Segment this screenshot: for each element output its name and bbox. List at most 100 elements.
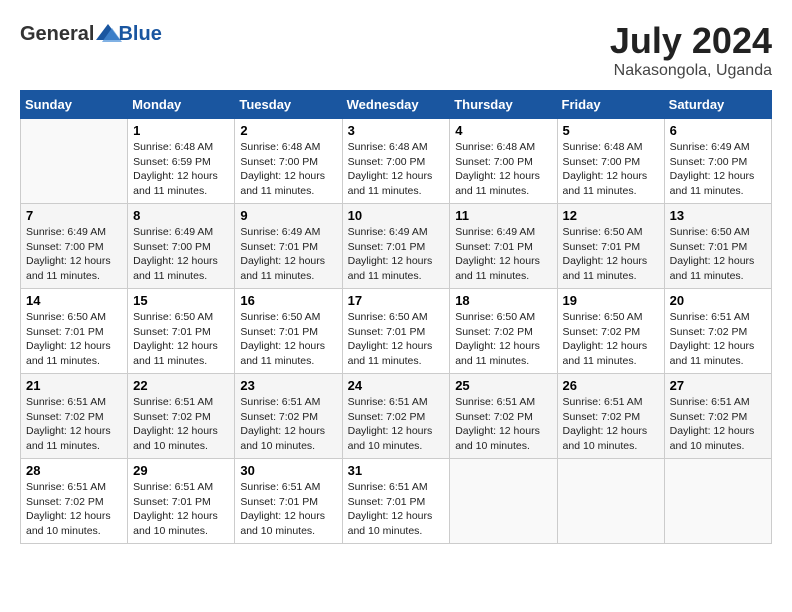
day-number: 31 [348,463,445,478]
day-sun-info: Sunrise: 6:51 AMSunset: 7:02 PMDaylight:… [455,395,551,454]
day-number: 12 [563,208,659,223]
day-number: 2 [240,123,336,138]
calendar-cell: 5Sunrise: 6:48 AMSunset: 7:00 PMDaylight… [557,119,664,204]
calendar-cell: 17 Sunrise: 6:50 AMSunset: 7:01 PMDayligh… [342,289,450,374]
day-number: 10 [348,208,445,223]
day-sun-info: Sunrise: 6:50 AMSunset: 7:01 PMDaylight:… [133,310,229,369]
logo-general: General [20,23,94,46]
day-number: 29 [133,463,229,478]
weekday-header-friday: Friday [557,91,664,119]
calendar-week-5: 28 Sunrise: 6:51 AMSunset: 7:02 PMDayligh… [21,459,772,544]
day-number: 20 [670,293,766,308]
calendar-cell: 13 Sunrise: 6:50 AMSunset: 7:01 PMDayligh… [664,204,771,289]
calendar-cell: 16 Sunrise: 6:50 AMSunset: 7:01 PMDayligh… [235,289,342,374]
day-sun-info: Sunrise: 6:48 AMSunset: 6:59 PMDaylight:… [133,140,229,199]
calendar-week-1: 1 Sunrise: 6:48 AMSunset: 6:59 PMDaylight… [21,119,772,204]
day-number: 17 [348,293,445,308]
calendar-cell: 23Sunrise: 6:51 AMSunset: 7:02 PMDayligh… [235,374,342,459]
day-number: 13 [670,208,766,223]
calendar-week-3: 14 Sunrise: 6:50 AMSunset: 7:01 PMDayligh… [21,289,772,374]
weekday-header-tuesday: Tuesday [235,91,342,119]
day-sun-info: Sunrise: 6:48 AMSunset: 7:00 PMDaylight:… [240,140,336,199]
calendar-cell: 2 Sunrise: 6:48 AMSunset: 7:00 PMDaylight… [235,119,342,204]
day-sun-info: Sunrise: 6:50 AMSunset: 7:01 PMDaylight:… [348,310,445,369]
calendar-cell: 7 Sunrise: 6:49 AMSunset: 7:00 PMDaylight… [21,204,128,289]
day-number: 1 [133,123,229,138]
calendar-cell: 25Sunrise: 6:51 AMSunset: 7:02 PMDayligh… [450,374,557,459]
day-number: 28 [26,463,122,478]
weekday-header-row: SundayMondayTuesdayWednesdayThursdayFrid… [21,91,772,119]
calendar-cell: 6Sunrise: 6:49 AMSunset: 7:00 PMDaylight… [664,119,771,204]
calendar-cell: 3Sunrise: 6:48 AMSunset: 7:00 PMDaylight… [342,119,450,204]
day-sun-info: Sunrise: 6:51 AMSunset: 7:02 PMDaylight:… [26,480,122,539]
day-number: 6 [670,123,766,138]
day-number: 18 [455,293,551,308]
day-sun-info: Sunrise: 6:51 AMSunset: 7:01 PMDaylight:… [133,480,229,539]
month-year-title: July 2024 [610,20,772,62]
calendar-week-2: 7 Sunrise: 6:49 AMSunset: 7:00 PMDaylight… [21,204,772,289]
calendar-cell: 14 Sunrise: 6:50 AMSunset: 7:01 PMDayligh… [21,289,128,374]
day-number: 8 [133,208,229,223]
calendar-cell: 12 Sunrise: 6:50 AMSunset: 7:01 PMDayligh… [557,204,664,289]
calendar-cell [664,459,771,544]
day-sun-info: Sunrise: 6:51 AMSunset: 7:02 PMDaylight:… [348,395,445,454]
calendar-table: SundayMondayTuesdayWednesdayThursdayFrid… [20,90,772,544]
day-sun-info: Sunrise: 6:49 AMSunset: 7:01 PMDaylight:… [348,225,445,284]
calendar-cell: 1 Sunrise: 6:48 AMSunset: 6:59 PMDaylight… [128,119,235,204]
calendar-cell [450,459,557,544]
day-sun-info: Sunrise: 6:51 AMSunset: 7:01 PMDaylight:… [240,480,336,539]
calendar-cell: 24Sunrise: 6:51 AMSunset: 7:02 PMDayligh… [342,374,450,459]
calendar-cell [557,459,664,544]
calendar-cell: 29 Sunrise: 6:51 AMSunset: 7:01 PMDayligh… [128,459,235,544]
calendar-cell: 31Sunrise: 6:51 AMSunset: 7:01 PMDayligh… [342,459,450,544]
calendar-cell: 28 Sunrise: 6:51 AMSunset: 7:02 PMDayligh… [21,459,128,544]
day-number: 30 [240,463,336,478]
calendar-cell: 19Sunrise: 6:50 AMSunset: 7:02 PMDayligh… [557,289,664,374]
calendar-cell: 26Sunrise: 6:51 AMSunset: 7:02 PMDayligh… [557,374,664,459]
calendar-cell: 30 Sunrise: 6:51 AMSunset: 7:01 PMDayligh… [235,459,342,544]
calendar-week-4: 21 Sunrise: 6:51 AMSunset: 7:02 PMDayligh… [21,374,772,459]
day-number: 21 [26,378,122,393]
calendar-cell: 15 Sunrise: 6:50 AMSunset: 7:01 PMDayligh… [128,289,235,374]
page-header: General Blue July 2024 Nakasongola, Ugan… [20,20,772,80]
day-number: 15 [133,293,229,308]
day-number: 7 [26,208,122,223]
calendar-cell: 22Sunrise: 6:51 AMSunset: 7:02 PMDayligh… [128,374,235,459]
day-number: 16 [240,293,336,308]
weekday-header-sunday: Sunday [21,91,128,119]
day-sun-info: Sunrise: 6:48 AMSunset: 7:00 PMDaylight:… [348,140,445,199]
day-number: 5 [563,123,659,138]
day-number: 14 [26,293,122,308]
day-sun-info: Sunrise: 6:50 AMSunset: 7:01 PMDaylight:… [670,225,766,284]
day-number: 11 [455,208,551,223]
weekday-header-saturday: Saturday [664,91,771,119]
day-number: 27 [670,378,766,393]
day-sun-info: Sunrise: 6:50 AMSunset: 7:01 PMDaylight:… [26,310,122,369]
day-sun-info: Sunrise: 6:48 AMSunset: 7:00 PMDaylight:… [455,140,551,199]
day-sun-info: Sunrise: 6:50 AMSunset: 7:01 PMDaylight:… [563,225,659,284]
calendar-cell: 8 Sunrise: 6:49 AMSunset: 7:00 PMDaylight… [128,204,235,289]
day-sun-info: Sunrise: 6:50 AMSunset: 7:01 PMDaylight:… [240,310,336,369]
weekday-header-monday: Monday [128,91,235,119]
day-number: 9 [240,208,336,223]
weekday-header-thursday: Thursday [450,91,557,119]
day-sun-info: Sunrise: 6:49 AMSunset: 7:01 PMDaylight:… [240,225,336,284]
day-sun-info: Sunrise: 6:49 AMSunset: 7:01 PMDaylight:… [455,225,551,284]
calendar-cell: 4Sunrise: 6:48 AMSunset: 7:00 PMDaylight… [450,119,557,204]
day-sun-info: Sunrise: 6:49 AMSunset: 7:00 PMDaylight:… [26,225,122,284]
day-sun-info: Sunrise: 6:50 AMSunset: 7:02 PMDaylight:… [455,310,551,369]
calendar-cell: 21Sunrise: 6:51 AMSunset: 7:02 PMDayligh… [21,374,128,459]
day-sun-info: Sunrise: 6:49 AMSunset: 7:00 PMDaylight:… [133,225,229,284]
logo: General Blue [20,20,162,48]
day-sun-info: Sunrise: 6:51 AMSunset: 7:02 PMDaylight:… [563,395,659,454]
calendar-cell: 10 Sunrise: 6:49 AMSunset: 7:01 PMDayligh… [342,204,450,289]
day-sun-info: Sunrise: 6:51 AMSunset: 7:02 PMDaylight:… [670,310,766,369]
day-sun-info: Sunrise: 6:51 AMSunset: 7:02 PMDaylight:… [670,395,766,454]
title-block: July 2024 Nakasongola, Uganda [610,20,772,80]
location-subtitle: Nakasongola, Uganda [610,62,772,80]
weekday-header-wednesday: Wednesday [342,91,450,119]
day-number: 22 [133,378,229,393]
day-sun-info: Sunrise: 6:51 AMSunset: 7:02 PMDaylight:… [240,395,336,454]
calendar-cell: 11 Sunrise: 6:49 AMSunset: 7:01 PMDayligh… [450,204,557,289]
calendar-cell: 9 Sunrise: 6:49 AMSunset: 7:01 PMDaylight… [235,204,342,289]
